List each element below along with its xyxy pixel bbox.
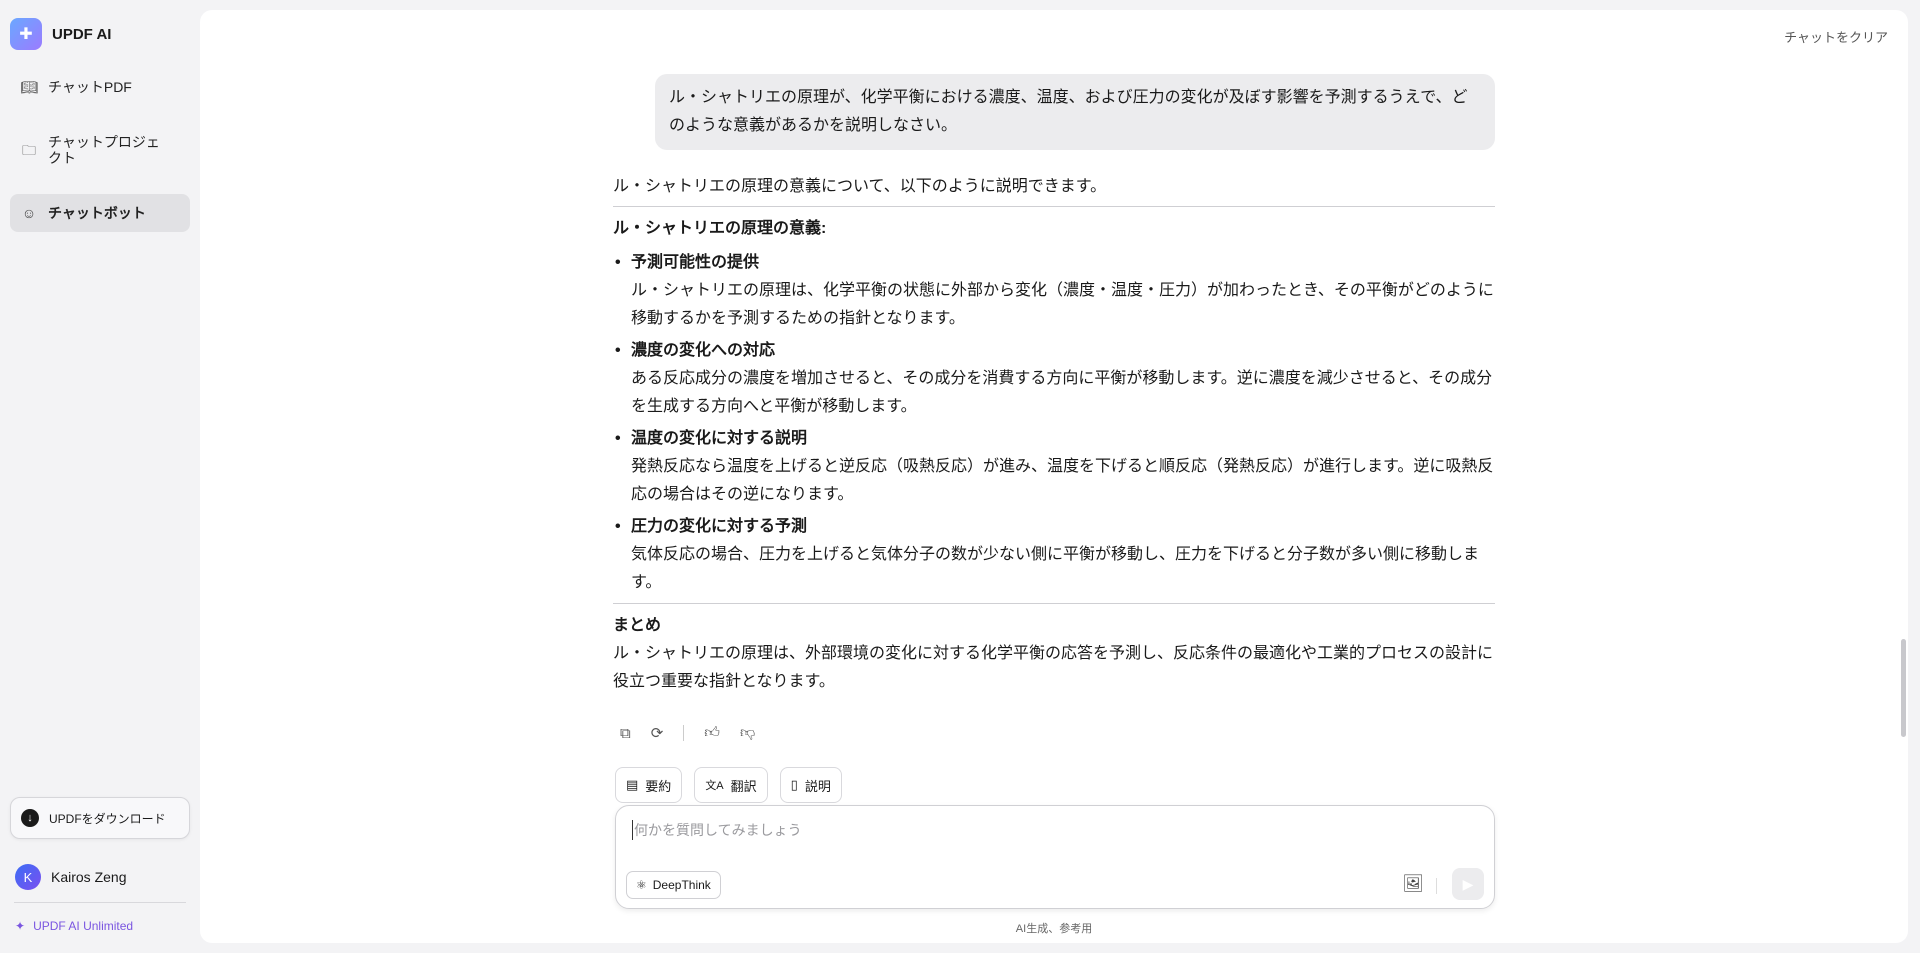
avatar: K: [15, 864, 41, 890]
app-logo[interactable]: ✚ UPDF AI: [10, 18, 111, 50]
thumbs-up-icon[interactable]: 👍︎: [704, 724, 720, 742]
point-title: 圧力の変化に対する予測: [631, 518, 808, 535]
point-title: 予測可能性の提供: [631, 254, 760, 271]
chip-label: 説明: [804, 778, 831, 794]
scrollbar[interactable]: [1901, 639, 1906, 737]
summarize-button[interactable]: ▤ 要約: [615, 767, 683, 803]
clear-chat-button[interactable]: チャットをクリア: [1784, 27, 1888, 46]
plan-link[interactable]: ✦ UPDF AI Unlimited: [15, 919, 133, 933]
list-item: 予測可能性の提供ル・シャトリエの原理は、化学平衡の状態に外部から変化（濃度・温度…: [613, 249, 1495, 333]
download-updf-button[interactable]: ↓ UPDFをダウンロード: [10, 797, 190, 839]
disclaimer: AI生成、参考用: [1015, 923, 1093, 935]
sparkle-icon: ✦: [15, 919, 26, 933]
answer-heading: ル・シャトリエの原理の意義:: [613, 220, 827, 237]
user-profile[interactable]: K Kairos Zeng: [15, 864, 126, 890]
point-body: ある反応成分の濃度を増加させると、その成分を消費する方向に平衡が移動します。逆に…: [631, 370, 1493, 415]
quick-actions: ▤ 要約 文A 翻訳 ▯ 説明: [615, 767, 842, 803]
point-body: 発熱反応なら温度を上げると逆反応（吸熱反応）が進み、温度を下げると順反応（発熱反…: [631, 458, 1494, 503]
book-icon: ▯: [790, 777, 798, 792]
message-actions: ⧉ ⟳ 👍︎ 👎︎: [620, 724, 755, 742]
point-title: 濃度の変化への対応: [631, 342, 776, 359]
summary-text: ル・シャトリエの原理は、外部環境の変化に対する化学平衡の応答を予測し、反応条件の…: [613, 645, 1494, 690]
sidebar-item-label: チャットプロジェクト: [48, 134, 160, 166]
chip-label: 翻訳: [730, 778, 757, 794]
deepthink-toggle[interactable]: ⚛ DeepThink: [626, 871, 721, 899]
explain-button[interactable]: ▯ 説明: [779, 767, 842, 803]
sidebar-item-label: チャットPDF: [48, 79, 132, 95]
atom-icon: ⚛: [636, 878, 647, 892]
bot-icon: ☺: [21, 205, 37, 221]
copy-icon[interactable]: ⧉: [620, 725, 631, 742]
point-title: 温度の変化に対する説明: [631, 430, 808, 447]
sidebar-item-chat-pdf[interactable]: 📖︎ チャットPDF: [10, 74, 190, 100]
regenerate-icon[interactable]: ⟳: [651, 724, 664, 742]
point-body: ル・シャトリエの原理は、化学平衡の状態に外部から変化（濃度・温度・圧力）が加わっ…: [631, 282, 1494, 327]
send-button[interactable]: ▶: [1452, 868, 1484, 900]
chat-input-box[interactable]: 何かを質問してみましょう ⚛ DeepThink 🖼︎ ▶: [615, 805, 1495, 909]
app-name: UPDF AI: [52, 25, 112, 43]
sidebar-item-chat-project[interactable]: 🗀 チャットプロジェクト: [10, 130, 190, 170]
plan-label: UPDF AI Unlimited: [33, 919, 134, 933]
divider: [613, 603, 1495, 604]
updf-logo-icon: ✚: [10, 18, 42, 50]
points-list: 予測可能性の提供ル・シャトリエの原理は、化学平衡の状態に外部から変化（濃度・温度…: [613, 249, 1495, 597]
list-item: 温度の変化に対する説明発熱反応なら温度を上げると逆反応（吸熱反応）が進み、温度を…: [613, 425, 1495, 509]
divider: [14, 902, 186, 903]
sidebar-item-label: チャットボット: [48, 205, 146, 221]
chat-input[interactable]: 何かを質問してみましょう: [632, 820, 802, 840]
image-upload-icon[interactable]: 🖼︎: [1402, 874, 1424, 894]
chat-panel: チャットをクリア ル・シャトリエの原理が、化学平衡における濃度、温度、および圧力…: [200, 10, 1908, 943]
divider: [683, 725, 685, 741]
list-item: 濃度の変化への対応ある反応成分の濃度を増加させると、その成分を消費する方向に平衡…: [613, 337, 1495, 421]
send-icon: ▶: [1462, 875, 1474, 892]
summarize-icon: ▤: [626, 777, 639, 792]
divider: [613, 206, 1495, 207]
deepthink-label: DeepThink: [652, 878, 711, 892]
download-label: UPDFをダウンロード: [49, 811, 166, 826]
translate-icon: 文A: [705, 780, 724, 792]
point-body: 気体反応の場合、圧力を上げると気体分子の数が少ない側に平衡が移動し、圧力を下げる…: [631, 546, 1480, 591]
summary-title: まとめ: [613, 617, 662, 634]
book-icon: 📖︎: [20, 78, 38, 95]
assistant-message: ル・シャトリエの原理の意義について、以下のように説明できます。 ル・シャトリエの…: [613, 173, 1495, 696]
translate-button[interactable]: 文A 翻訳: [694, 767, 768, 803]
sidebar-item-chatbot[interactable]: ☺ チャットボット: [10, 194, 190, 232]
thumbs-down-icon[interactable]: 👎︎: [740, 724, 755, 742]
divider: [1436, 878, 1437, 894]
user-name: Kairos Zeng: [51, 869, 127, 885]
chip-label: 要約: [645, 778, 672, 794]
download-icon: ↓: [21, 809, 39, 827]
user-message: ル・シャトリエの原理が、化学平衡における濃度、温度、および圧力の変化が及ぼす影響…: [655, 74, 1495, 150]
sidebar: ✚ UPDF AI 📖︎ チャットPDF 🗀 チャットプロジェクト ☺ チャットボット…: [0, 0, 200, 953]
list-item: 圧力の変化に対する予測気体反応の場合、圧力を上げると気体分子の数が少ない側に平衡…: [613, 513, 1495, 597]
folder-icon: 🗀: [22, 142, 36, 158]
answer-intro: ル・シャトリエの原理の意義について、以下のように説明できます。: [613, 178, 1107, 195]
